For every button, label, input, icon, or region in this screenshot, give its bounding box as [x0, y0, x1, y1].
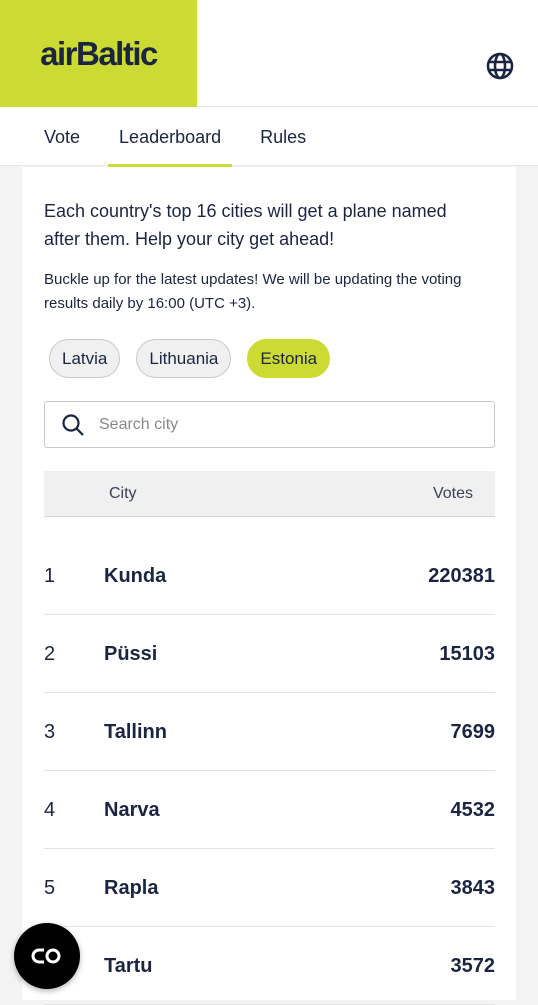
vote-count: 3572 — [450, 955, 496, 977]
country-chip-lithuania[interactable]: Lithuania — [136, 339, 232, 378]
globe-icon[interactable] — [486, 52, 514, 80]
vote-count: 3843 — [450, 877, 496, 899]
tab-vote[interactable]: Vote — [44, 107, 80, 166]
table-row: 1 Kunda 220381 — [44, 537, 495, 615]
rank: 2 — [44, 643, 56, 665]
city-name: Tallinn — [104, 721, 167, 743]
link-icon — [31, 948, 61, 964]
table-row: 4 Narva 4532 — [44, 771, 495, 849]
leaderboard-card: Each country's top 16 cities will get a … — [22, 167, 516, 1005]
search-input[interactable] — [99, 415, 306, 434]
rank: 5 — [44, 877, 56, 899]
city-name: Kunda — [104, 565, 167, 587]
city-name: Püssi — [104, 643, 158, 665]
country-filter: Latvia Lithuania Estonia — [49, 339, 331, 378]
search-box[interactable] — [44, 401, 495, 448]
vote-count: 220381 — [428, 565, 495, 587]
leaderboard-rows: 1 Kunda 220381 2 Püssi 15103 3 Tallinn 7699 4 N… — [44, 537, 495, 1005]
search-icon — [62, 413, 84, 436]
update-note: Buckle up for the latest updates! We wil… — [44, 271, 462, 312]
airbaltic-logo[interactable]: airBaltic — [0, 0, 197, 107]
table-row: 5 Rapla 3843 — [44, 849, 495, 927]
country-chip-estonia[interactable]: Estonia — [247, 339, 331, 378]
city-column-header: City — [109, 485, 137, 502]
intro-text: Each country's top 16 cities will get a … — [44, 201, 447, 249]
vote-count: 15103 — [439, 643, 495, 665]
header: airBaltic — [0, 0, 538, 107]
vote-count: 7699 — [450, 721, 496, 743]
rank: 4 — [44, 799, 56, 821]
tab-bar: Vote Leaderboard Rules — [0, 107, 538, 167]
tab-rules[interactable]: Rules — [260, 107, 306, 166]
rank: 1 — [44, 565, 56, 587]
table-header: City Votes — [44, 471, 495, 517]
city-name: Tartu — [104, 955, 153, 977]
table-row: 6Tartu3572 — [44, 927, 495, 1005]
vote-count: 4532 — [450, 799, 496, 821]
tab-leaderboard[interactable]: Leaderboard — [108, 107, 233, 167]
votes-column-header: Votes — [432, 485, 473, 502]
city-name: Narva — [104, 799, 160, 821]
table-row: 2 Püssi 15103 — [44, 615, 495, 693]
floating-link-button[interactable] — [14, 923, 80, 989]
country-chip-latvia[interactable]: Latvia — [49, 339, 121, 378]
city-name: Rapla — [104, 877, 159, 899]
rank: 3 — [44, 721, 56, 743]
table-row: 3 Tallinn 7699 — [44, 693, 495, 771]
